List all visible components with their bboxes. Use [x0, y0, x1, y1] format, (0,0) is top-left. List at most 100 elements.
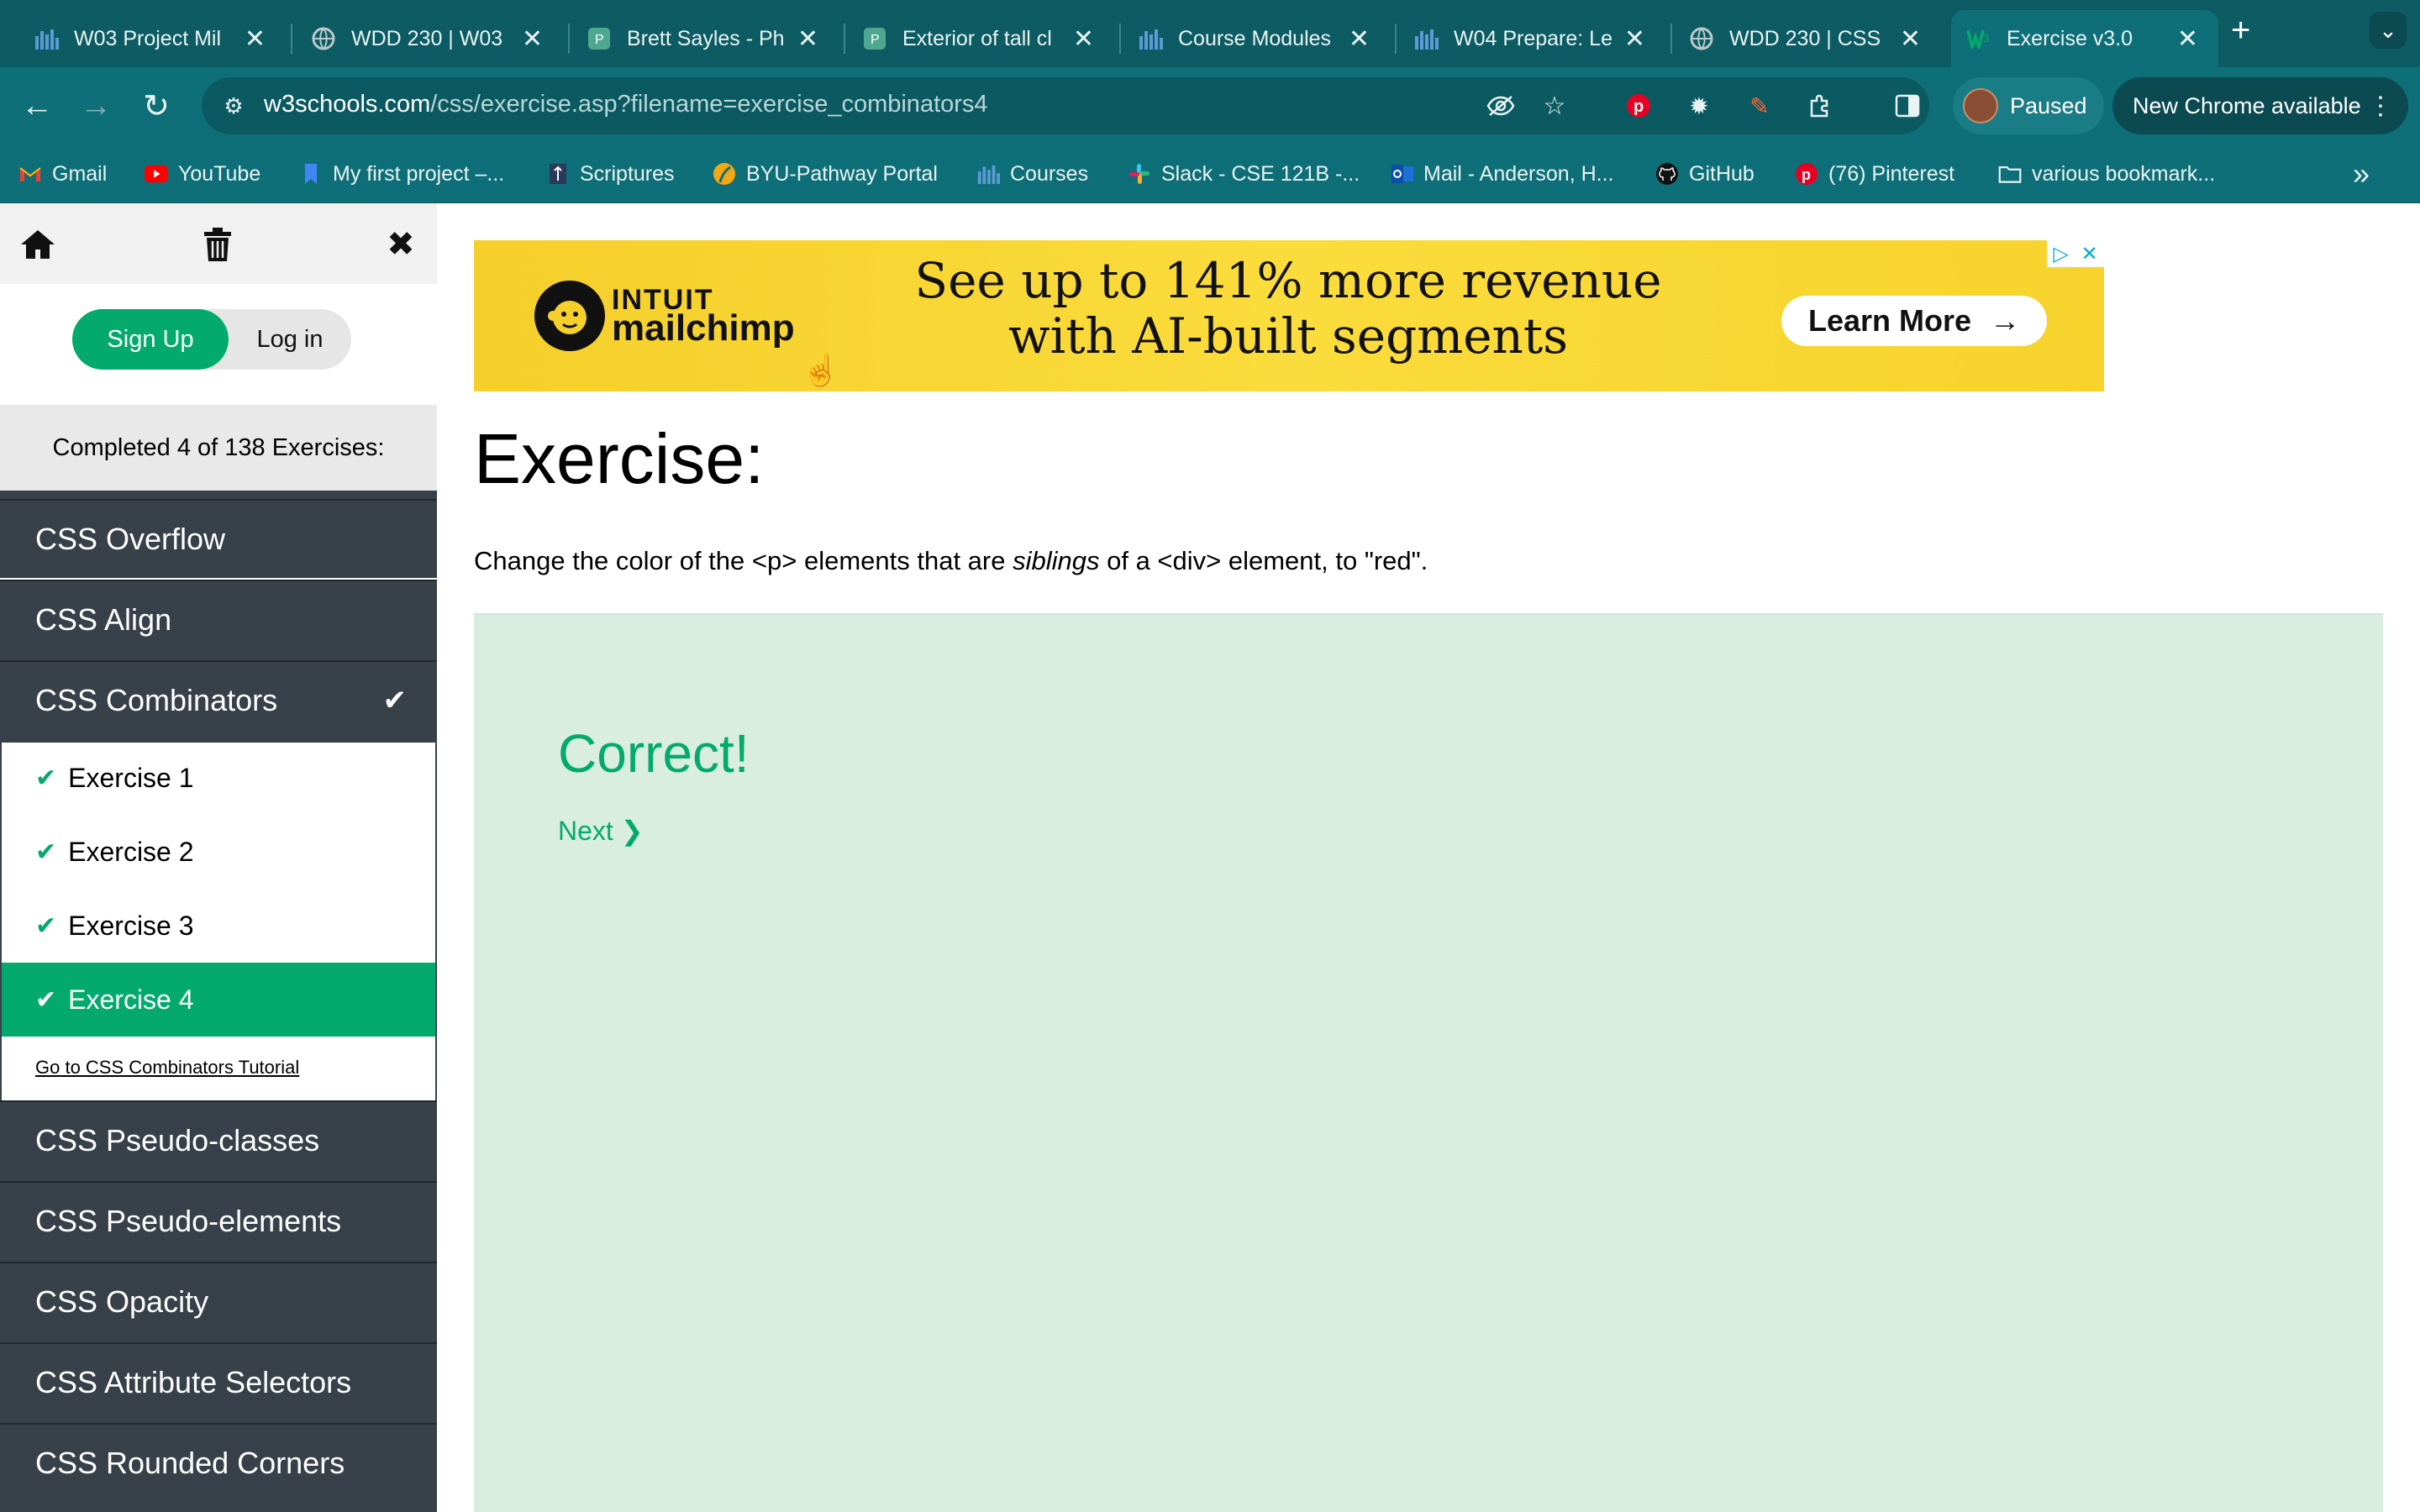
- close-icon[interactable]: ✕: [1895, 24, 1926, 54]
- url-host: w3schools.com: [264, 91, 431, 118]
- tab-divider: [291, 24, 292, 54]
- ad-choices[interactable]: ▷ ✕: [2047, 240, 2104, 267]
- browser-tab[interactable]: W04 Prepare: Le ✕: [1398, 10, 1665, 67]
- forward-icon[interactable]: →: [77, 87, 114, 124]
- update-chrome-button[interactable]: New Chrome available ⋮: [2112, 77, 2408, 134]
- ad-choices-icon[interactable]: ▷: [2053, 242, 2068, 266]
- trash-icon[interactable]: [197, 223, 239, 265]
- bookmark-label: various bookmark...: [2032, 161, 2216, 186]
- eye-off-icon[interactable]: [1482, 87, 1519, 124]
- tab-title: Exercise v3.0: [2007, 26, 2133, 50]
- exercise-item-3[interactable]: ✔ Exercise 3: [2, 889, 435, 963]
- gear-icon[interactable]: ✹: [1681, 87, 1718, 124]
- site-info-icon[interactable]: ⚙: [215, 87, 252, 124]
- close-icon[interactable]: ✕: [1068, 24, 1099, 54]
- kebab-menu-icon[interactable]: ⋮: [2368, 92, 2393, 121]
- tutorial-link[interactable]: Go to CSS Combinators Tutorial: [35, 1057, 299, 1079]
- update-label: New Chrome available: [2133, 92, 2361, 118]
- menu-item-css-pseudo-classes[interactable]: CSS Pseudo-classes: [0, 1100, 437, 1179]
- side-panel-icon[interactable]: [1889, 87, 1926, 124]
- bookmark-slack[interactable]: Slack - CSE 121B -...: [1128, 157, 1360, 191]
- url-text[interactable]: w3schools.com/css/exercise.asp?filename=…: [264, 91, 988, 118]
- sidebar-header: ✖: [0, 203, 437, 284]
- close-icon[interactable]: ✕: [2081, 242, 2098, 266]
- bookmark-my-first-project[interactable]: My first project –...: [299, 157, 504, 191]
- pen-icon[interactable]: ✎: [1741, 87, 1778, 124]
- back-icon[interactable]: ←: [18, 87, 55, 124]
- menu-item-css-pseudo-elements[interactable]: CSS Pseudo-elements: [0, 1181, 437, 1260]
- hand-cursor-icon: ☝: [802, 353, 839, 387]
- bookmark-pinterest[interactable]: p (76) Pinterest: [1795, 157, 1954, 191]
- chevron-double-right-icon[interactable]: »: [2353, 156, 2370, 192]
- scriptures-icon: [546, 162, 570, 186]
- profile-button[interactable]: Paused: [1953, 77, 2104, 134]
- bookmark-youtube[interactable]: YouTube: [145, 157, 260, 191]
- bookmark-courses[interactable]: Courses: [976, 157, 1088, 191]
- menu-item-label: CSS Pseudo-classes: [35, 1123, 320, 1158]
- chevron-down-icon[interactable]: ⌄: [2370, 12, 2407, 49]
- pinterest-icon[interactable]: p: [1620, 87, 1657, 124]
- menu-item-css-opacity[interactable]: CSS Opacity: [0, 1262, 437, 1341]
- menu-item-css-rounded-corners[interactable]: CSS Rounded Corners: [0, 1423, 437, 1502]
- ad-learn-more-button[interactable]: Learn More →: [1781, 296, 2047, 346]
- tab-title: WDD 230 | CSS: [1729, 26, 1881, 50]
- exercise-label: Exercise 4: [68, 984, 194, 1015]
- canvas-icon: [34, 26, 59, 51]
- browser-tab[interactable]: WDD 230 | W03 ✕: [296, 10, 563, 67]
- browser-tab[interactable]: Course Modules ✕: [1123, 10, 1390, 67]
- page-title: Exercise:: [474, 419, 765, 498]
- browser-tab-active[interactable]: 3 Exercise v3.0 ✕: [1951, 10, 2218, 67]
- menu-item-css-align[interactable]: CSS Align: [0, 580, 437, 659]
- browser-tab[interactable]: P Exterior of tall cl ✕: [847, 10, 1114, 67]
- close-icon[interactable]: ✕: [1619, 24, 1650, 54]
- canvas-icon: [1413, 26, 1439, 51]
- close-icon[interactable]: ✕: [792, 24, 823, 54]
- exercise-label: Exercise 3: [68, 910, 194, 941]
- new-tab-icon[interactable]: +: [2231, 12, 2250, 50]
- canvas-icon: [1138, 26, 1163, 51]
- bookmark-scriptures[interactable]: Scriptures: [546, 157, 675, 191]
- tab-divider: [568, 24, 570, 54]
- browser-tab[interactable]: P Brett Sayles - Ph ✕: [571, 10, 839, 67]
- browser-tab[interactable]: WDD 230 | CSS ✕: [1674, 10, 1941, 67]
- bookmark-github[interactable]: GitHub: [1655, 157, 1754, 191]
- mailchimp-logo-icon: [534, 281, 605, 351]
- bookmark-folder[interactable]: various bookmark...: [1998, 157, 2215, 191]
- checkmark-icon: ✔: [382, 685, 408, 717]
- exercise-item-4[interactable]: ✔ Exercise 4: [2, 963, 435, 1037]
- ad-headline-2: with AI-built segments: [1008, 307, 1568, 365]
- avatar: [1963, 88, 1998, 123]
- close-icon[interactable]: ✕: [239, 24, 271, 54]
- menu-item-css-combinators[interactable]: CSS Combinators ✔: [0, 660, 437, 739]
- progress-text: Completed 4 of 138 Exercises:: [0, 405, 437, 491]
- reload-icon[interactable]: ↻: [138, 87, 175, 124]
- youtube-icon: [145, 162, 168, 186]
- star-icon[interactable]: ☆: [1536, 87, 1573, 124]
- bookmark-gmail[interactable]: Gmail: [18, 157, 107, 191]
- menu-item-css-overflow[interactable]: CSS Overflow: [0, 499, 437, 578]
- checkmark-icon: ✔: [35, 911, 57, 940]
- next-link[interactable]: Next ❯: [558, 815, 644, 847]
- log-in-button[interactable]: Log in: [229, 309, 351, 370]
- bookmark-label: Mail - Anderson, H...: [1423, 161, 1614, 186]
- sign-up-button[interactable]: Sign Up: [72, 309, 229, 370]
- bookmark-label: BYU-Pathway Portal: [746, 161, 938, 186]
- bookmark-label: My first project –...: [333, 161, 505, 186]
- close-icon[interactable]: ✕: [1344, 24, 1375, 54]
- home-icon[interactable]: [17, 223, 59, 265]
- progress-divider: [0, 491, 437, 499]
- menu-item-css-attribute-selectors[interactable]: CSS Attribute Selectors: [0, 1342, 437, 1421]
- bookmark-mail[interactable]: Mail - Anderson, H...: [1390, 157, 1613, 191]
- exercise-item-1[interactable]: ✔ Exercise 1: [2, 741, 435, 815]
- close-icon[interactable]: ✖: [380, 223, 422, 265]
- menu-item-label: CSS Overflow: [35, 522, 226, 556]
- bookmark-pathway[interactable]: BYU-Pathway Portal: [713, 157, 938, 191]
- globe-icon: [1689, 26, 1714, 51]
- bookmark-label: GitHub: [1689, 161, 1754, 186]
- extensions-icon[interactable]: [1802, 87, 1839, 124]
- browser-tab[interactable]: W03 Project Mil ✕: [18, 10, 286, 67]
- exercise-item-2[interactable]: ✔ Exercise 2: [2, 815, 435, 889]
- checkmark-icon: ✔: [35, 764, 57, 792]
- close-icon[interactable]: ✕: [517, 24, 548, 54]
- close-icon[interactable]: ✕: [2172, 24, 2203, 54]
